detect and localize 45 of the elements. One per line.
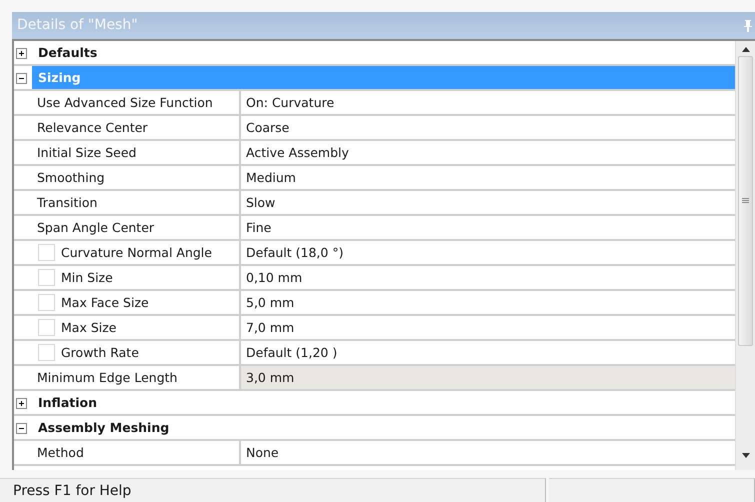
property-value[interactable]: Default (1,20 ) [241,341,735,364]
scroll-up-icon[interactable] [742,47,750,52]
status-text: Press F1 for Help [0,478,546,502]
property-label: Transition [32,191,241,214]
property-value[interactable]: 3,0 mm [241,366,735,389]
property-value[interactable]: Slow [241,191,735,214]
property-value[interactable]: Medium [241,166,735,189]
property-label: Relevance Center [32,116,241,139]
property-label: Growth Rate [61,344,139,362]
property-label: Use Advanced Size Function [32,91,241,114]
property-value[interactable]: On: Curvature [241,91,735,114]
property-value[interactable]: None [241,441,735,464]
property-value[interactable]: Fine [241,216,735,239]
scroll-down-icon[interactable] [742,452,750,458]
property-label: Smoothing [32,166,241,189]
property-label: Max Face Size [61,294,149,312]
property-label: Curvature Normal Angle [61,244,212,262]
property-label: Method [32,441,241,464]
checkbox[interactable] [38,244,55,261]
property-label: Max Size [61,319,116,337]
property-label: Min Size [61,269,113,287]
property-value[interactable]: Active Assembly [241,141,735,164]
property-value[interactable]: Coarse [241,116,735,139]
section-header[interactable]: Assembly Meshing [32,416,735,439]
property-label: Span Angle Center [32,216,241,239]
property-value[interactable]: 5,0 mm [241,291,735,314]
checkbox[interactable] [38,319,55,336]
property-value[interactable]: 0,10 mm [241,266,735,289]
section-header[interactable]: Defaults [32,41,735,64]
collapse-icon[interactable] [16,73,27,84]
checkbox[interactable] [38,344,55,361]
grip-icon [742,198,749,204]
property-value[interactable]: Default (18,0 °) [241,241,735,264]
collapse-icon[interactable] [16,423,27,434]
section-header[interactable]: Inflation [32,391,735,414]
checkbox[interactable] [38,269,55,286]
pin-icon[interactable] [744,20,752,32]
scrollbar[interactable] [735,41,755,470]
panel-title: Details of "Mesh" [17,16,138,35]
property-label: Initial Size Seed [32,141,241,164]
scrollbar-thumb[interactable] [738,56,753,346]
checkbox[interactable] [38,294,55,311]
expand-icon[interactable] [16,398,27,410]
expand-icon[interactable] [16,48,27,60]
property-value[interactable]: 7,0 mm [241,316,735,339]
